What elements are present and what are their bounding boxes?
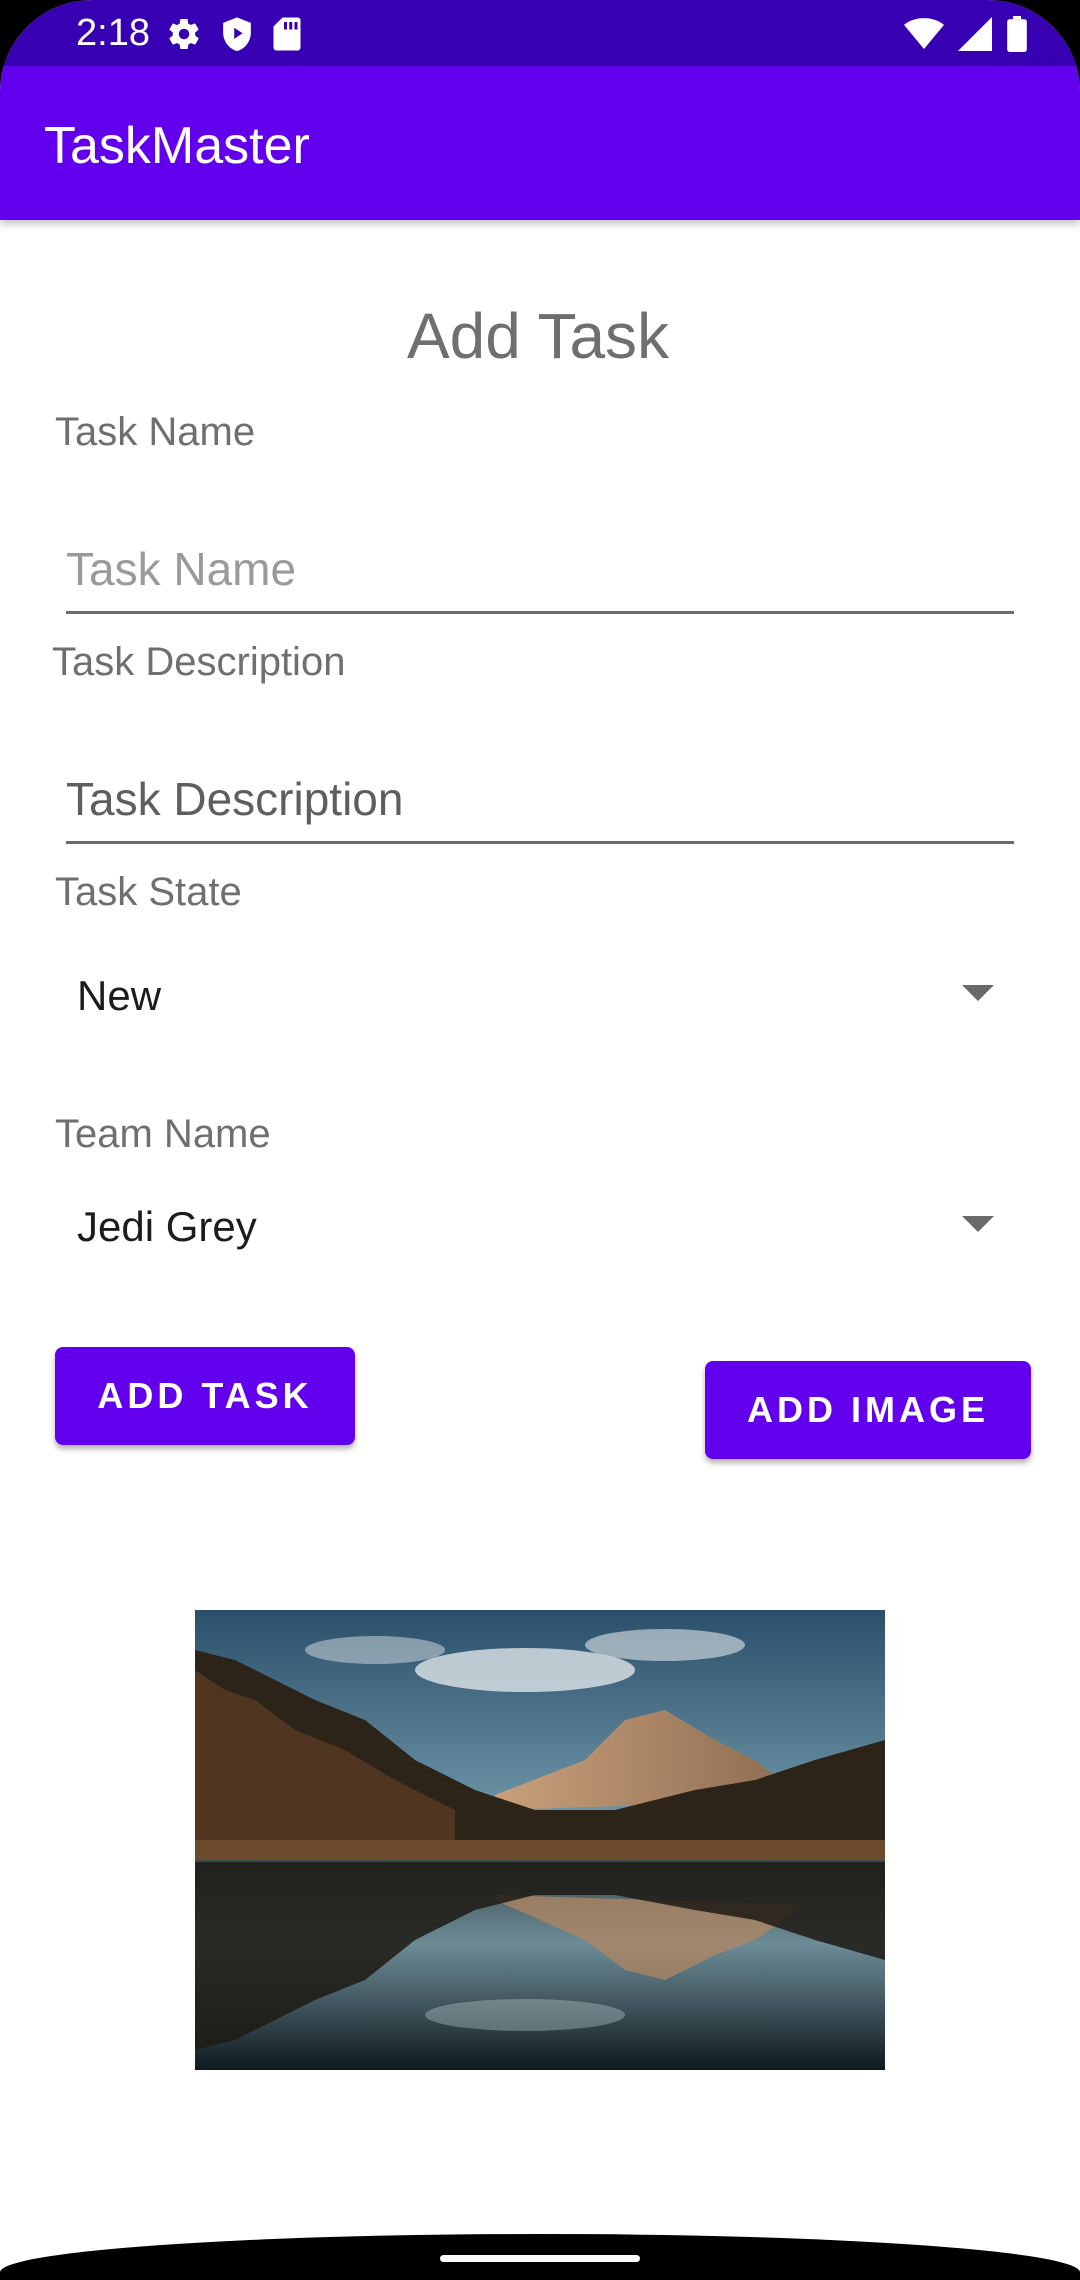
sd-card-icon [273,17,301,51]
status-icons-left [166,14,302,54]
task-state-value: New [77,972,162,1019]
add-image-button[interactable]: ADD IMAGE [705,1361,1031,1459]
wifi-icon [904,18,944,49]
home-gesture-handle[interactable] [440,2255,640,2262]
team-name-label: Team Name [55,1112,271,1156]
task-state-spinner[interactable]: New [54,955,998,1035]
app-title: TaskMaster [44,117,310,175]
task-description-label: Task Description [52,640,346,684]
dropdown-arrow-icon [962,985,994,1001]
dropdown-arrow-icon [962,1216,994,1232]
battery-icon [1007,16,1027,52]
add-task-form: Add Task Task Name Task Description Task… [0,220,1080,2220]
status-icons-right [904,14,1028,54]
app-bar: TaskMaster [0,66,1080,220]
phone-screen: 2:18 TaskMaster Add Task Task Name Task … [0,0,1080,2280]
task-name-input[interactable] [66,530,1014,614]
task-image [195,1610,885,2070]
team-name-value: Jedi Grey [77,1203,257,1250]
cell-signal-icon [958,17,992,51]
task-description-input[interactable] [66,760,1014,844]
page-title: Add Task [406,300,670,372]
status-time: 2:18 [76,12,150,54]
team-name-spinner[interactable]: Jedi Grey [54,1186,998,1266]
play-protect-icon [223,17,251,52]
task-name-label: Task Name [55,410,256,454]
gear-icon [169,19,199,50]
add-task-button[interactable]: ADD TASK [55,1347,355,1445]
status-bar: 2:18 [0,0,1080,66]
landscape-photo [195,1610,885,2070]
task-state-label: Task State [55,870,242,914]
